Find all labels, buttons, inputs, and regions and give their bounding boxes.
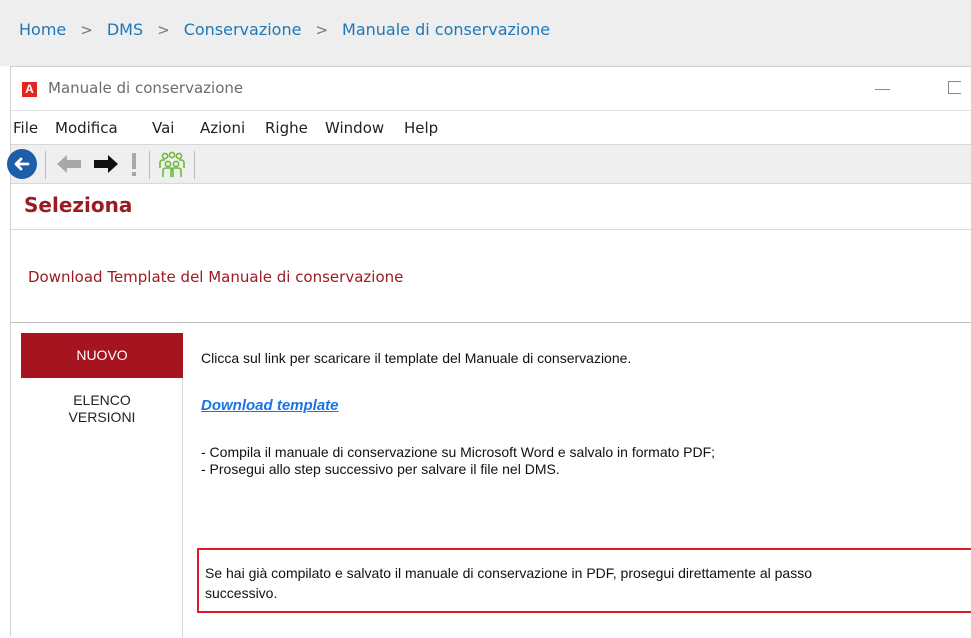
breadcrumb-home[interactable]: Home — [19, 20, 66, 39]
content-area: NUOVO ELENCO VERSIONI Clicca sul link pe… — [11, 322, 971, 638]
instruction-item: - Prosegui allo step successivo per salv… — [201, 461, 560, 477]
breadcrumb-separator: > — [315, 21, 329, 39]
breadcrumb-separator: > — [157, 21, 170, 39]
minimize-button[interactable] — [875, 89, 890, 90]
section-title: Seleziona — [24, 193, 133, 217]
tab-nuovo[interactable]: NUOVO — [21, 333, 183, 378]
notice-line: successivo. — [205, 585, 278, 601]
toolbar — [7, 144, 971, 184]
breadcrumb-dms[interactable]: DMS — [107, 20, 143, 39]
toolbar-separator — [149, 151, 150, 179]
tab-elenco-versioni[interactable]: ELENCO VERSIONI — [21, 392, 183, 426]
back-circle-icon[interactable] — [7, 149, 37, 179]
menu-vai[interactable]: Vai — [152, 119, 174, 137]
download-template-link[interactable]: Download template — [201, 397, 339, 414]
app-window: A Manuale di conservazione File Modifica… — [7, 66, 971, 638]
app-logo-icon: A — [22, 82, 37, 97]
breadcrumb-current[interactable]: Manuale di conservazione — [342, 20, 550, 39]
arrow-left-icon[interactable] — [53, 151, 85, 177]
breadcrumb-conservazione[interactable]: Conservazione — [184, 20, 302, 39]
menu-modifica[interactable]: Modifica — [55, 119, 118, 137]
menu-help[interactable]: Help — [404, 119, 438, 137]
breadcrumb-separator: > — [80, 21, 93, 39]
notice-box: Se hai già compilato e salvato il manual… — [197, 548, 971, 613]
users-group-icon[interactable] — [156, 151, 188, 179]
breadcrumb: Home > DMS > Conservazione > Manuale di conser… — [0, 0, 971, 66]
tab-elenco-label-line1: ELENCO — [73, 392, 131, 408]
menu-window[interactable]: Window — [325, 119, 384, 137]
exclamation-icon[interactable] — [127, 151, 141, 179]
window-title: Manuale di conservazione — [48, 79, 244, 97]
toolbar-separator — [194, 151, 195, 179]
title-bar: A Manuale di conservazione — [11, 67, 971, 110]
instructions-list: - Compila il manuale di conservazione su… — [201, 444, 715, 478]
menu-azioni[interactable]: Azioni — [200, 119, 245, 137]
intro-text: Clicca sul link per scaricare il templat… — [201, 350, 632, 366]
main-panel: Clicca sul link per scaricare il templat… — [197, 323, 971, 638]
arrow-right-icon[interactable] — [90, 151, 122, 177]
maximize-button[interactable] — [948, 81, 961, 94]
page-subtitle: Download Template del Manuale di conserv… — [28, 268, 404, 286]
instruction-item: - Compila il manuale di conservazione su… — [201, 444, 716, 460]
section-header: Seleziona — [11, 184, 971, 230]
toolbar-separator — [45, 151, 46, 179]
menu-bar: File Modifica Vai Azioni Righe Window He… — [11, 110, 971, 144]
sidebar: NUOVO ELENCO VERSIONI — [21, 333, 183, 638]
menu-righe[interactable]: Righe — [265, 119, 308, 137]
tab-elenco-label-line2: VERSIONI — [68, 409, 136, 425]
menu-file[interactable]: File — [13, 119, 38, 137]
notice-line: Se hai già compilato e salvato il manual… — [205, 565, 813, 581]
